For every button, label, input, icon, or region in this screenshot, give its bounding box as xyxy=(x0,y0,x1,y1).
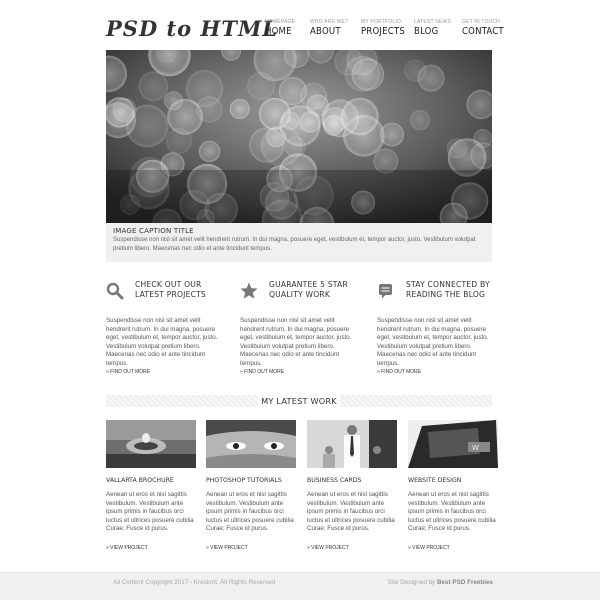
feature-title: STAY CONNECTED BY READING THE BLOG xyxy=(406,280,490,299)
nav-contact-label: CONTACT xyxy=(462,26,504,37)
bokeh-light xyxy=(229,99,250,119)
view-project-link[interactable]: » VIEW PROJECT xyxy=(307,545,349,551)
work-thumbnail[interactable] xyxy=(106,420,196,468)
work-thumbnail[interactable]: W xyxy=(408,420,498,468)
feature-text: Suspendisse non nisl sit amet velit hend… xyxy=(106,317,218,367)
work-title: BUSINESS CARDS xyxy=(307,477,362,484)
star-icon xyxy=(240,282,258,299)
find-out-more-link[interactable]: » FIND OUT MORE xyxy=(106,369,150,375)
nav-blog[interactable]: LATEST NEWS BLOG xyxy=(414,19,451,38)
credit-prefix: Site Designed by xyxy=(387,579,437,586)
nav-contact-sub: GET IN TOUCH xyxy=(462,19,500,25)
latest-work-heading: MY LATEST WORK xyxy=(261,396,337,406)
svg-text:W: W xyxy=(472,444,479,452)
bokeh-light xyxy=(138,71,169,102)
latest-work-divider: MY LATEST WORK xyxy=(106,395,492,407)
nav-home-label: HOME xyxy=(265,26,292,37)
work-text: Aenean ut eros et nisl sagittis vestibul… xyxy=(408,491,496,532)
feature-title: CHECK OUT OUR LATEST PROJECTS xyxy=(135,280,206,299)
nav-home[interactable]: HOMEPAGE HOME xyxy=(265,19,295,38)
bokeh-light xyxy=(373,148,399,174)
view-project-link[interactable]: » VIEW PROJECT xyxy=(408,545,450,551)
bokeh-light xyxy=(164,91,183,111)
nav-projects[interactable]: MY PORTFOLIO PROJECTS xyxy=(361,19,405,38)
work-text: Aenean ut eros et nisl sagittis vestibul… xyxy=(307,491,395,532)
feature-text: Suspendisse non nisl sit amet velit hend… xyxy=(240,317,352,367)
bokeh-light xyxy=(341,97,379,136)
nav-about[interactable]: WHO ARE WE? ABOUT xyxy=(310,19,348,38)
search-icon xyxy=(106,282,124,300)
nav-about-sub: WHO ARE WE? xyxy=(310,19,349,25)
bokeh-light xyxy=(409,110,431,131)
work-text: Aenean ut eros et nisl sagittis vestibul… xyxy=(106,491,194,532)
bokeh-light xyxy=(106,97,135,128)
find-out-more-link[interactable]: » FIND OUT MORE xyxy=(377,369,421,375)
bokeh-light xyxy=(300,82,328,110)
hero-caption: IMAGE CAPTION TITLE Suspendisse non nisl… xyxy=(106,223,492,262)
nav-blog-sub: LATEST NEWS xyxy=(414,19,452,25)
copyright-text: All Content Copyright 2017 - Kreslont. A… xyxy=(113,579,276,586)
bokeh-light xyxy=(417,64,445,92)
nav-about-label: ABOUT xyxy=(310,26,341,37)
footer: All Content Copyright 2017 - Kreslont. A… xyxy=(0,572,600,600)
bokeh-light xyxy=(380,122,404,147)
feature-text: Suspendisse non nisl sit amet velit hend… xyxy=(377,317,489,367)
caption-text: Suspendisse non nisl sit amet velit hend… xyxy=(113,237,476,252)
work-text: Aenean ut eros et nisl sagittis vestibul… xyxy=(206,491,294,532)
view-project-link[interactable]: » VIEW PROJECT xyxy=(206,545,248,551)
work-thumbnail[interactable] xyxy=(307,420,397,468)
caption-title: IMAGE CAPTION TITLE xyxy=(113,227,194,235)
bokeh-light xyxy=(260,124,303,167)
work-thumbnail[interactable] xyxy=(206,420,296,468)
bokeh-light xyxy=(344,55,381,92)
work-title: WEBSITE DESIGN xyxy=(408,477,462,484)
speech-bubble-icon xyxy=(379,284,392,299)
feature-title: GUARANTEE 5 STAR QUALITY WORK xyxy=(269,280,348,299)
site-logo[interactable]: PSD to HTML xyxy=(106,16,278,41)
bokeh-light xyxy=(246,72,276,101)
designer-credit: Site Designed by Best PSD Freebies xyxy=(388,579,493,586)
nav-home-sub: HOMEPAGE xyxy=(265,19,296,25)
bokeh-light xyxy=(323,115,344,136)
hero-image xyxy=(106,50,492,223)
nav-blog-label: BLOG xyxy=(414,26,439,37)
main-nav: HOMEPAGE HOME WHO ARE WE? ABOUT MY PORTF… xyxy=(265,19,504,43)
view-project-link[interactable]: » VIEW PROJECT xyxy=(106,545,148,551)
credit-link[interactable]: Best PSD Freebies xyxy=(437,579,493,586)
nav-contact[interactable]: GET IN TOUCH CONTACT xyxy=(462,19,504,38)
nav-projects-label: PROJECTS xyxy=(361,26,405,37)
bokeh-light xyxy=(165,127,193,155)
find-out-more-link[interactable]: » FIND OUT MORE xyxy=(240,369,284,375)
bokeh-light xyxy=(198,140,221,163)
work-title: PHOTOSHOP TUTORIALS xyxy=(206,477,282,484)
work-title: VALLARTA BROCHURE xyxy=(106,477,174,484)
bokeh-light xyxy=(196,96,223,123)
nav-projects-sub: MY PORTFOLIO xyxy=(361,19,402,25)
